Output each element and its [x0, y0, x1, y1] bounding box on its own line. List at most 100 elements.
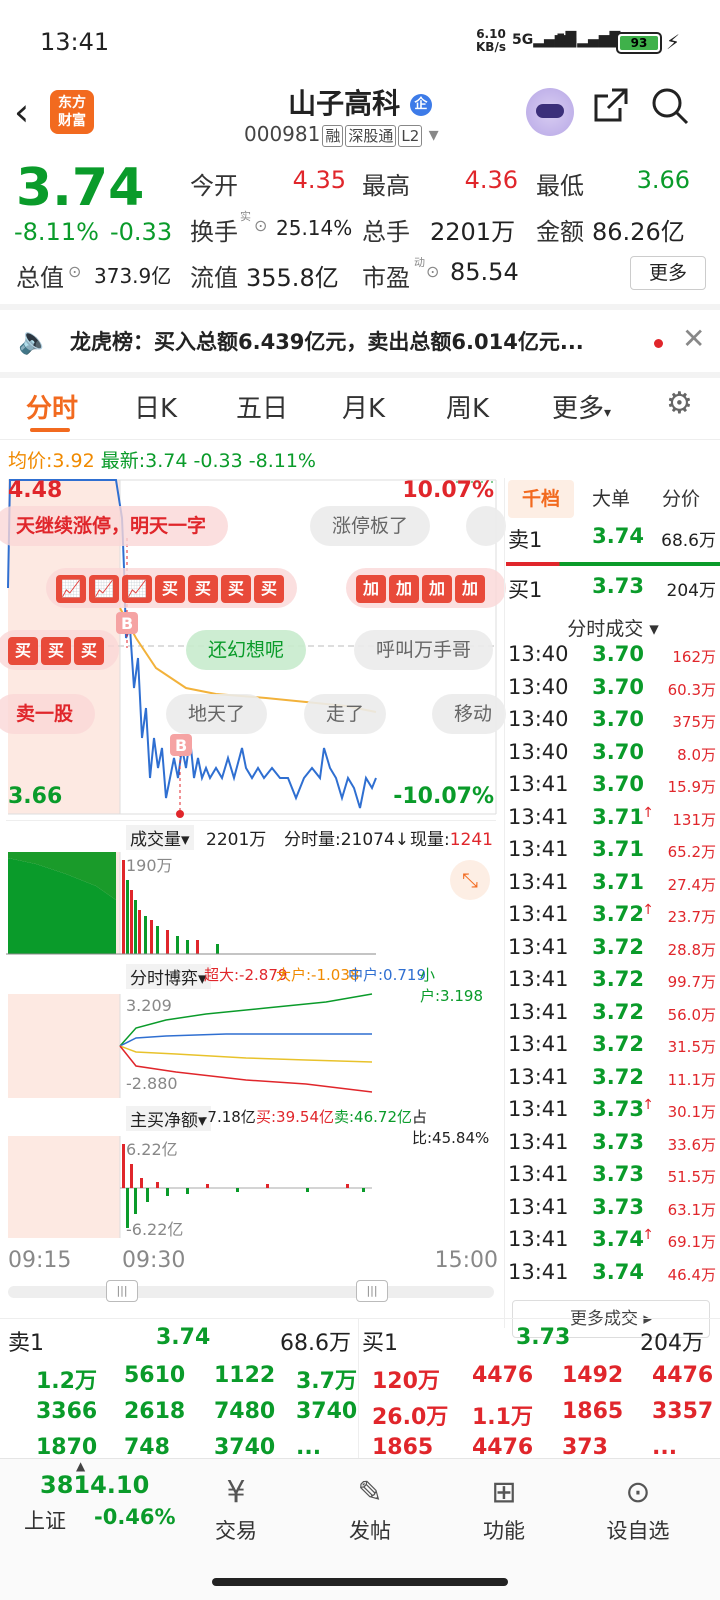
more-quote-button[interactable]: 更多 — [630, 256, 706, 290]
battery-level: 93 — [620, 36, 658, 50]
tab-big-orders[interactable]: 大单 — [578, 480, 644, 518]
chart-emoji-icon: 📈 — [56, 575, 86, 603]
svg-text:B: B — [121, 614, 133, 633]
ob-sell-cell: 748 — [124, 1435, 170, 1460]
volume-scale: 190万 — [126, 856, 173, 875]
active-tab-indicator — [30, 428, 70, 432]
tab-five-day[interactable]: 五日 — [236, 388, 288, 425]
ob-sell-label: 卖1 — [8, 1331, 44, 1356]
latest-label: 最新: — [100, 450, 146, 472]
status-time: 13:41 — [40, 28, 110, 56]
danmu-comment[interactable]: 卖一股 — [0, 694, 96, 734]
mcap-label: 总值 — [16, 264, 64, 292]
change-amount: -0.33 — [110, 218, 173, 246]
danmu-comment[interactable]: 地天了 — [166, 694, 268, 734]
volume-label: 总手 — [362, 218, 410, 246]
amount-value: 86.26亿 — [592, 218, 685, 246]
ob-buy-cell: 4476 — [472, 1363, 534, 1388]
tab-daily-k[interactable]: 日K — [134, 388, 177, 425]
net-sell: 卖:46.72亿 — [334, 1108, 412, 1126]
danmu-comment[interactable]: 涨停板了 — [310, 506, 431, 546]
turnover-label: 换手 — [190, 218, 238, 246]
low-label: 最低 — [536, 172, 584, 200]
pe-value: 85.54 — [450, 258, 519, 286]
ob-sell-cell: 3366 — [36, 1399, 98, 1424]
ai-assistant-icon[interactable] — [526, 88, 574, 136]
ticks-title[interactable]: 分时成交 ▾ — [506, 614, 720, 641]
danmu-comment[interactable]: 还幻想呢 — [186, 630, 307, 670]
tab-weekly-k[interactable]: 周K — [446, 388, 489, 425]
ob-sell-price: 3.74 — [156, 1325, 211, 1350]
share-icon[interactable] — [590, 86, 630, 130]
expand-icon[interactable]: ⤡ — [450, 860, 490, 900]
time-range-slider[interactable]: ||| ||| — [8, 1280, 494, 1302]
intraday-chart[interactable]: B B 4.48 3.66 10.07% -10.07% 天继续涨停，明天一字 … — [0, 478, 506, 818]
game-big: 大户:-1.038 — [276, 966, 360, 984]
open-value: 4.35 — [292, 166, 346, 194]
mcap-value: 373.9亿 — [94, 264, 172, 288]
tick-row: 13:41 3.71 27.4万 — [508, 869, 716, 894]
pe-sup: 动 — [414, 256, 425, 269]
slider-handle-left[interactable]: ||| — [106, 1280, 138, 1302]
danmu-comment[interactable]: 呼叫万手哥 — [354, 630, 494, 670]
danmu-comment[interactable]: 移动 — [432, 694, 506, 734]
tab-more[interactable]: 更多▾ — [552, 388, 611, 425]
danmu-comment[interactable]: 走了 — [304, 694, 387, 734]
ob-sell-cell: ... — [296, 1435, 322, 1460]
nav-watchlist[interactable]: ⊙ 设自选 — [588, 1475, 688, 1545]
nav-function[interactable]: ⊞ 功能 — [454, 1475, 554, 1545]
tick-row: 13:41 3.71 ↑ 131万 — [508, 804, 716, 829]
index-pct[interactable]: -0.46% — [94, 1505, 176, 1529]
danmu-emoji-row[interactable]: 📈 📈 📈 买买买买 — [46, 568, 297, 608]
ob-buy-vol: 204万 — [640, 1331, 704, 1356]
latest-pct: -8.11% — [248, 450, 316, 472]
volume-selector[interactable]: 成交量▾ — [126, 825, 194, 850]
home-indicator[interactable] — [212, 1578, 508, 1586]
close-icon[interactable]: ✕ — [682, 322, 705, 355]
ob-buy-cell: 1865 — [562, 1399, 624, 1424]
tick-row: 13:41 3.74 46.4万 — [508, 1259, 716, 1284]
info-icon[interactable]: ⊙ — [426, 262, 439, 281]
danmu-comment[interactable] — [466, 506, 506, 546]
ob-sell-cell: 3740 — [296, 1399, 358, 1424]
index-name[interactable]: 上证 — [24, 1505, 66, 1535]
dropdown-icon[interactable]: ▾ — [429, 122, 439, 146]
tab-order-book[interactable]: 千档 — [508, 480, 574, 518]
chart-emoji-icon: 📈 — [122, 575, 152, 603]
tab-price-dist[interactable]: 分价 — [648, 480, 714, 518]
game-header: 分时博弈▾ 超大:-2.879 大户:-1.038 中户:0.719 小户:3.… — [6, 960, 496, 1005]
open-label: 今开 — [190, 172, 238, 200]
danmu-emoji-row[interactable]: 加加加加 — [346, 568, 506, 608]
lhb-banner[interactable]: 🔈 龙虎榜：买入总额6.439亿元，卖出总额6.014亿元... ✕ — [0, 312, 720, 372]
tick-row: 13:41 3.73 ↑ 30.1万 — [508, 1097, 716, 1121]
nav-trade[interactable]: ¥ 交易 — [186, 1475, 286, 1545]
danmu-emoji-row[interactable]: 买买买 — [0, 630, 119, 670]
trade-icon: ¥ — [226, 1475, 246, 1510]
search-icon[interactable] — [650, 86, 690, 130]
turnover-sup: 实 — [240, 210, 251, 223]
info-icon[interactable]: ⊙ — [68, 262, 81, 281]
tag-margin: 融 — [322, 125, 344, 147]
nav-post[interactable]: ✎ 发帖 — [320, 1475, 420, 1545]
net-value: -7.18亿 — [202, 1108, 256, 1126]
grid-icon: ⊞ — [491, 1475, 517, 1510]
high-value: 4.36 — [464, 166, 518, 194]
tab-intraday[interactable]: 分时 — [26, 388, 78, 425]
low-value: 3.66 — [636, 166, 690, 194]
net-selector[interactable]: 主买净额▾ — [126, 1106, 211, 1131]
tick-row: 13:41 3.72 99.7万 — [508, 967, 716, 991]
latest-change: -0.33 — [193, 450, 243, 472]
slider-handle-right[interactable]: ||| — [356, 1280, 388, 1302]
info-icon[interactable]: ⊙ — [254, 216, 267, 235]
order-book-grid: 1.2万 5610 1122 3.7万 3366 2618 7480 3740 1870 748 3… — [0, 1359, 720, 1460]
avg-label: 均价: — [8, 450, 53, 472]
ob-sell-cell: 7480 — [214, 1399, 276, 1424]
tick-row: 13:41 3.72 56.0万 — [508, 999, 716, 1024]
tab-monthly-k[interactable]: 月K — [342, 388, 385, 425]
net-buy: 买:39.54亿 — [256, 1108, 334, 1126]
gear-icon[interactable]: ⚙ — [666, 386, 693, 421]
ob-sell-cell: 2618 — [124, 1399, 186, 1424]
danmu-comment[interactable]: 天继续涨停，明天一字 — [0, 506, 229, 546]
game-selector[interactable]: 分时博弈▾ — [126, 964, 211, 989]
index-value[interactable]: 3814.10 — [40, 1471, 149, 1499]
